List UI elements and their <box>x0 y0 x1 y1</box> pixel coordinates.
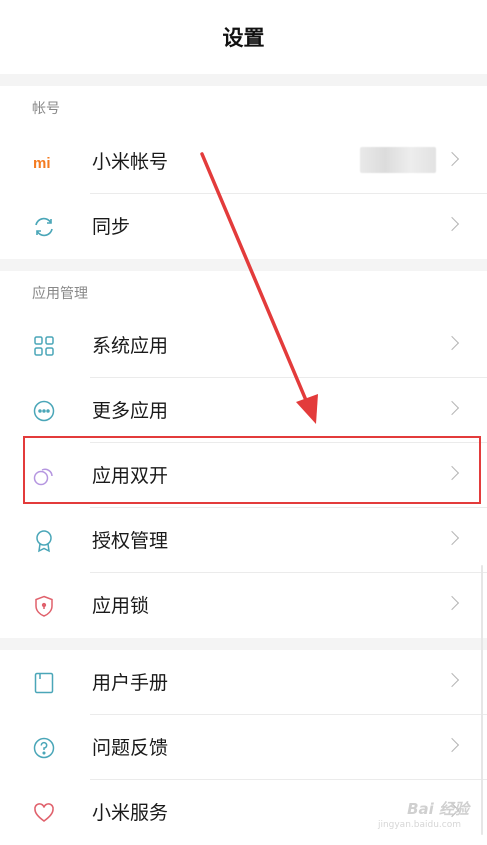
row-label: 系统应用 <box>92 335 169 357</box>
book-icon <box>32 671 56 695</box>
highlight-box <box>23 436 481 504</box>
section-label-account: 帐号 <box>32 101 60 117</box>
row-label: 小米帐号 <box>92 151 169 173</box>
chevron-right-icon <box>444 151 460 167</box>
row-feedback[interactable]: 问题反馈 <box>0 715 487 780</box>
sync-icon <box>32 215 56 239</box>
row-more-apps[interactable]: 更多应用 <box>0 378 487 443</box>
row-label: 应用锁 <box>92 595 150 617</box>
section-gap <box>0 74 487 86</box>
chevron-right-icon <box>444 595 460 611</box>
chevron-right-icon <box>444 400 460 416</box>
question-icon <box>32 736 56 760</box>
row-permissions[interactable]: 授权管理 <box>0 508 487 573</box>
heart-icon <box>32 801 56 825</box>
row-sync[interactable]: 同步 <box>0 194 487 259</box>
row-label: 问题反馈 <box>92 737 169 759</box>
header: 设置 <box>0 0 487 74</box>
chevron-right-icon <box>444 335 460 351</box>
grid-icon <box>32 334 56 358</box>
watermark-url: jingyan.baidu.com <box>377 820 461 830</box>
chevron-right-icon <box>444 530 460 546</box>
page-title: 设置 <box>222 26 265 50</box>
more-circle-icon <box>32 399 56 423</box>
row-label: 更多应用 <box>92 400 169 422</box>
svg-text:mi: mi <box>33 155 51 172</box>
account-name-blurred <box>360 147 436 173</box>
row-label: 用户手册 <box>92 672 169 694</box>
scrollbar[interactable] <box>481 565 483 835</box>
row-user-guide[interactable]: 用户手册 <box>0 650 487 715</box>
badge-icon <box>32 529 56 553</box>
chevron-right-icon <box>444 672 460 688</box>
section-gap <box>0 638 487 650</box>
section-label-app-management: 应用管理 <box>32 286 88 302</box>
row-system-apps[interactable]: 系统应用 <box>0 313 487 378</box>
row-mi-account[interactable]: mi 小米帐号 <box>0 129 487 194</box>
section-gap <box>0 259 487 271</box>
shield-lock-icon <box>32 594 56 618</box>
mi-logo-icon: mi <box>32 150 56 174</box>
watermark: Bai 经验 <box>407 800 469 818</box>
chevron-right-icon <box>444 216 460 232</box>
chevron-right-icon <box>444 737 460 753</box>
row-app-lock[interactable]: 应用锁 <box>0 573 487 638</box>
row-label: 授权管理 <box>92 530 169 552</box>
row-label: 同步 <box>92 216 131 238</box>
row-label: 小米服务 <box>92 802 169 824</box>
